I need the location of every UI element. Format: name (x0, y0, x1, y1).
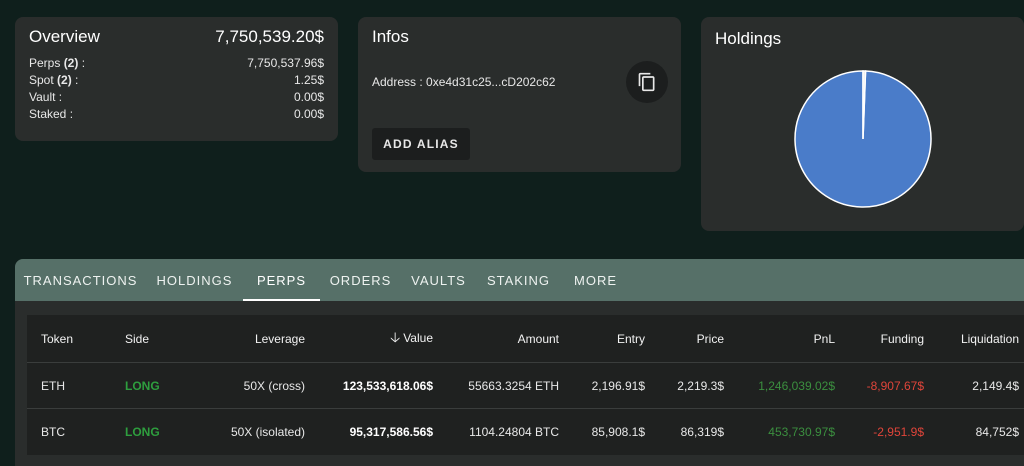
header-leverage[interactable]: Leverage (205, 332, 305, 346)
overview-row-perps: Perps (2) : 7,750,537.96$ (29, 55, 324, 72)
overview-value: 1.25$ (293, 73, 324, 87)
cell-funding: -2,951.9$ (873, 425, 924, 439)
address-text: Address : 0xe4d31c25...cD202c62 (372, 75, 556, 89)
overview-row-staked: Staked : 0.00$ (29, 106, 324, 123)
infos-card: Infos Address : 0xe4d31c25...cD202c62 AD… (358, 17, 681, 172)
overview-row-vault: Vault : 0.00$ (29, 89, 324, 106)
cell-amount: 1104.24804 BTC (469, 425, 559, 439)
cell-price: 86,319$ (680, 425, 724, 439)
overview-label: Spot (2) : (29, 73, 79, 87)
tab-transactions[interactable]: TRANSACTIONS (15, 259, 146, 301)
positions-panel: TRANSACTIONS HOLDINGS PERPS ORDERS VAULT… (15, 259, 1024, 466)
cell-amount: 55663.3254 ETH (468, 378, 559, 393)
header-liquidation[interactable]: Liquidation (924, 332, 1019, 346)
table-header-row: Token Side Leverage 🡣 Value Amount Entry … (27, 315, 1024, 363)
tab-staking[interactable]: STAKING (476, 259, 561, 301)
tab-vaults[interactable]: VAULTS (401, 259, 476, 301)
cell-pnl: 1,246,039.02$ (758, 378, 835, 393)
copy-icon (638, 72, 655, 92)
tab-perps[interactable]: PERPS (243, 259, 320, 301)
overview-label: Perps (2) : (29, 56, 86, 70)
tab-holdings[interactable]: HOLDINGS (146, 259, 243, 301)
cell-funding: -8,907.67$ (866, 378, 924, 393)
cell-liquidation: 2,149.4$ (972, 378, 1019, 393)
table-row: ETH LONG 50X (cross) 123,533,618.06$ 556… (27, 363, 1024, 409)
add-alias-button[interactable]: ADD ALIAS (372, 128, 470, 160)
holdings-card: Holdings (701, 17, 1024, 231)
arrow-down-icon: 🡣 (390, 328, 401, 345)
header-value[interactable]: 🡣 Value (305, 327, 433, 351)
tab-more[interactable]: MORE (561, 259, 630, 301)
cell-side: LONG (125, 378, 160, 393)
tab-orders[interactable]: ORDERS (320, 259, 401, 301)
overview-total: 7,750,539.20$ (215, 27, 324, 46)
holdings-title: Holdings (715, 29, 782, 48)
overview-label: Staked : (29, 107, 74, 121)
cell-entry: 85,908.1$ (591, 425, 645, 439)
table-row: BTC LONG 50X (isolated) 95,317,586.56$ 1… (27, 409, 1024, 455)
cell-price: 2,219.3$ (677, 378, 724, 393)
cell-leverage: 50X (isolated) (230, 425, 305, 439)
copy-address-button[interactable] (626, 61, 668, 103)
header-side[interactable]: Side (125, 332, 205, 346)
header-funding[interactable]: Funding (835, 332, 924, 346)
cell-leverage: 50X (cross) (243, 378, 305, 393)
header-entry[interactable]: Entry (559, 332, 645, 346)
overview-value: 0.00$ (293, 90, 324, 104)
tab-bar: TRANSACTIONS HOLDINGS PERPS ORDERS VAULT… (15, 259, 1024, 301)
cell-value: 95,317,586.56$ (349, 425, 433, 439)
header-price[interactable]: Price (645, 332, 724, 346)
overview-card: Overview 7,750,539.20$ Perps (2) : 7,750… (15, 17, 338, 141)
cell-liquidation: 84,752$ (975, 425, 1019, 439)
header-token[interactable]: Token (27, 332, 125, 346)
header-amount[interactable]: Amount (433, 332, 559, 346)
perps-table: Token Side Leverage 🡣 Value Amount Entry … (27, 315, 1024, 455)
overview-label: Vault : (29, 90, 63, 104)
overview-row-spot: Spot (2) : 1.25$ (29, 72, 324, 89)
infos-title: Infos (372, 27, 409, 46)
holdings-pie-chart (794, 70, 932, 208)
cell-pnl: 453,730.97$ (768, 425, 835, 439)
cell-value: 123,533,618.06$ (342, 378, 433, 393)
overview-value: 7,750,537.96$ (247, 56, 324, 70)
cell-token: BTC (41, 425, 65, 439)
cell-token: ETH (41, 378, 65, 393)
cell-side: LONG (125, 425, 160, 439)
overview-value: 0.00$ (293, 107, 324, 121)
cell-entry: 2,196.91$ (591, 378, 645, 393)
header-pnl[interactable]: PnL (724, 332, 835, 346)
overview-title: Overview (29, 27, 100, 46)
